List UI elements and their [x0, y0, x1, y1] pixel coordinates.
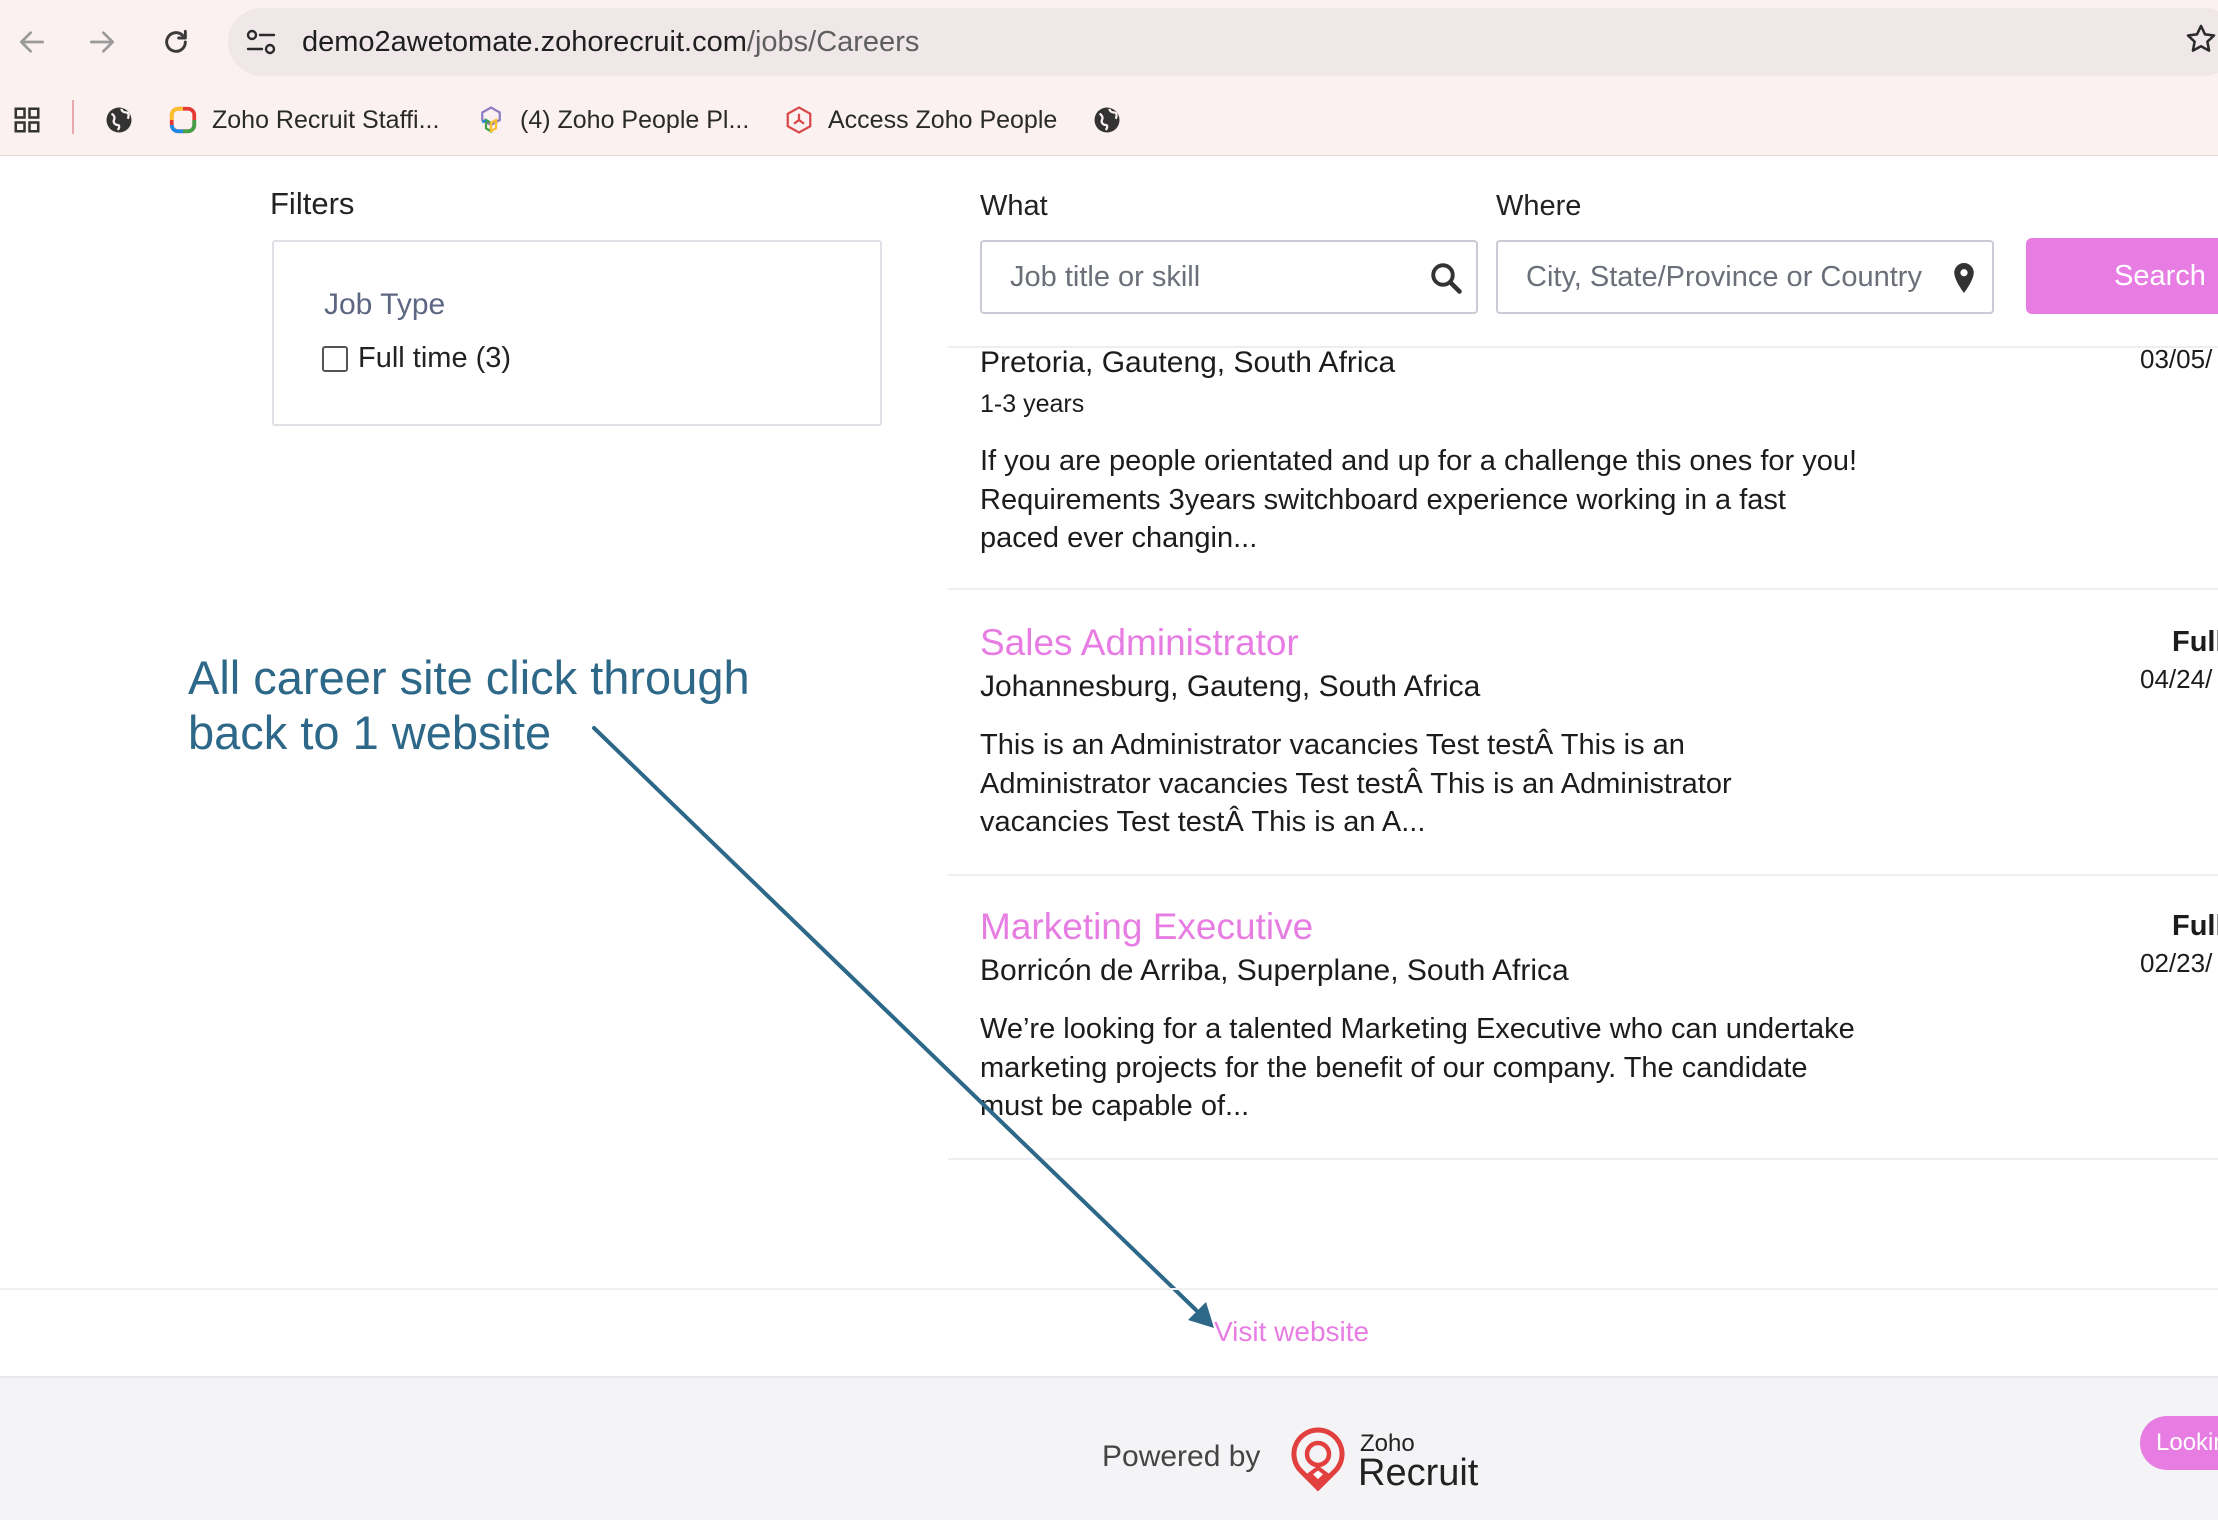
globe-icon — [1094, 107, 1120, 133]
address-bar[interactable]: demo2awetomate.zohorecruit.com/jobs/Care… — [228, 8, 2218, 76]
job-type: Full — [2172, 626, 2218, 658]
search-button[interactable]: Search — [2026, 238, 2218, 314]
visit-website-link[interactable]: Visit website — [1214, 1316, 1369, 1348]
reload-icon — [165, 29, 187, 53]
job-description: This is an Administrator vacancies Test … — [980, 729, 1732, 838]
arrow-left-icon — [20, 31, 44, 53]
brand-recruit-text: Recruit — [1358, 1452, 1479, 1494]
search-icon[interactable] — [1428, 260, 1464, 296]
zoho-recruit-logo-icon[interactable] — [1288, 1426, 1348, 1492]
job-description: If you are people orientated and up for … — [980, 445, 1858, 554]
what-input[interactable] — [1010, 242, 1410, 312]
job-location: Borricón de Arriba, Superplane, South Af… — [980, 954, 1569, 987]
bookmark-zoho-people-pl[interactable]: (4) Zoho People Pl... — [476, 84, 749, 156]
where-field[interactable] — [1496, 240, 1994, 314]
powered-by-text: Powered by — [1102, 1440, 1261, 1473]
job-location: Johannesburg, Gauteng, South Africa — [980, 670, 1481, 703]
where-input[interactable] — [1526, 242, 1946, 312]
job-title-link[interactable]: Marketing Executive — [980, 906, 1313, 948]
footer: Powered by Zoho Recruit Looking — [0, 1376, 2218, 1520]
bookmark-zoho-recruit[interactable]: Zoho Recruit Staffi... — [168, 84, 439, 156]
list-divider — [948, 1158, 2218, 1160]
apps-grid-icon — [14, 107, 40, 133]
tune-icon[interactable] — [244, 26, 278, 58]
filter-option-full-time[interactable]: Full time (3) — [322, 342, 511, 375]
job-date: 02/23/ — [2140, 948, 2213, 978]
job-date: 03/05/ — [2140, 344, 2213, 374]
star-icon[interactable] — [2184, 22, 2218, 56]
full-time-checkbox[interactable] — [322, 345, 348, 372]
footer-divider — [0, 1288, 2218, 1290]
job-date: 04/24/ — [2140, 664, 2213, 694]
bookmark-globe-2[interactable] — [1092, 84, 1136, 156]
annotation-line-1: All career site click through — [188, 651, 750, 704]
job-type-heading: Job Type — [324, 288, 446, 321]
annotation-line-2: back to 1 website — [188, 706, 552, 759]
job-location: Pretoria, Gauteng, South Africa — [980, 346, 1396, 379]
forward-button[interactable] — [78, 18, 126, 66]
annotation-callout: All career site click through back to 1 … — [188, 650, 750, 760]
bookmark-globe-1[interactable] — [104, 84, 148, 156]
zoho-people-red-icon — [786, 106, 812, 134]
job-description: We’re looking for a talented Marketing E… — [980, 1013, 1855, 1122]
filter-option-label: Full time (3) — [358, 342, 512, 374]
arrow-right-icon — [90, 31, 114, 53]
what-field[interactable] — [980, 240, 1478, 314]
bookmarks-bar: Zoho Recruit Staffi... (4) Zoho People P… — [0, 84, 2218, 156]
bookmark-label: Zoho Recruit Staffi... — [212, 105, 440, 134]
globe-icon — [106, 107, 132, 133]
bookmarks-separator — [72, 100, 74, 134]
bookmark-label: Access Zoho People — [828, 105, 1058, 134]
url-host: demo2awetomate.zohorecruit.com — [302, 26, 747, 58]
filters-heading: Filters — [270, 186, 355, 221]
browser-toolbar: demo2awetomate.zohorecruit.com/jobs/Care… — [0, 0, 2218, 84]
what-label: What — [980, 190, 1048, 222]
url-text[interactable]: demo2awetomate.zohorecruit.com/jobs/Care… — [302, 8, 919, 76]
url-path: /jobs/Careers — [746, 26, 920, 58]
list-divider — [948, 588, 2218, 590]
apps-button[interactable] — [12, 84, 56, 156]
list-divider — [948, 874, 2218, 876]
bookmark-label: (4) Zoho People Pl... — [520, 105, 750, 134]
where-label: Where — [1496, 190, 1582, 222]
reload-button[interactable] — [152, 18, 200, 66]
bookmark-access-zoho-people[interactable]: Access Zoho People — [784, 84, 1057, 156]
filter-panel: Job Type Full time (3) — [272, 240, 882, 426]
job-experience: 1-3 years — [980, 390, 1085, 418]
looking-button[interactable]: Looking — [2140, 1416, 2218, 1470]
job-type: Full — [2172, 910, 2218, 942]
zoho-people-icon — [481, 106, 501, 134]
zoho-logo-icon — [169, 106, 197, 134]
job-title-link[interactable]: Sales Administrator — [980, 622, 1299, 664]
location-pin-icon[interactable] — [1946, 260, 1982, 296]
back-button[interactable] — [8, 18, 56, 66]
